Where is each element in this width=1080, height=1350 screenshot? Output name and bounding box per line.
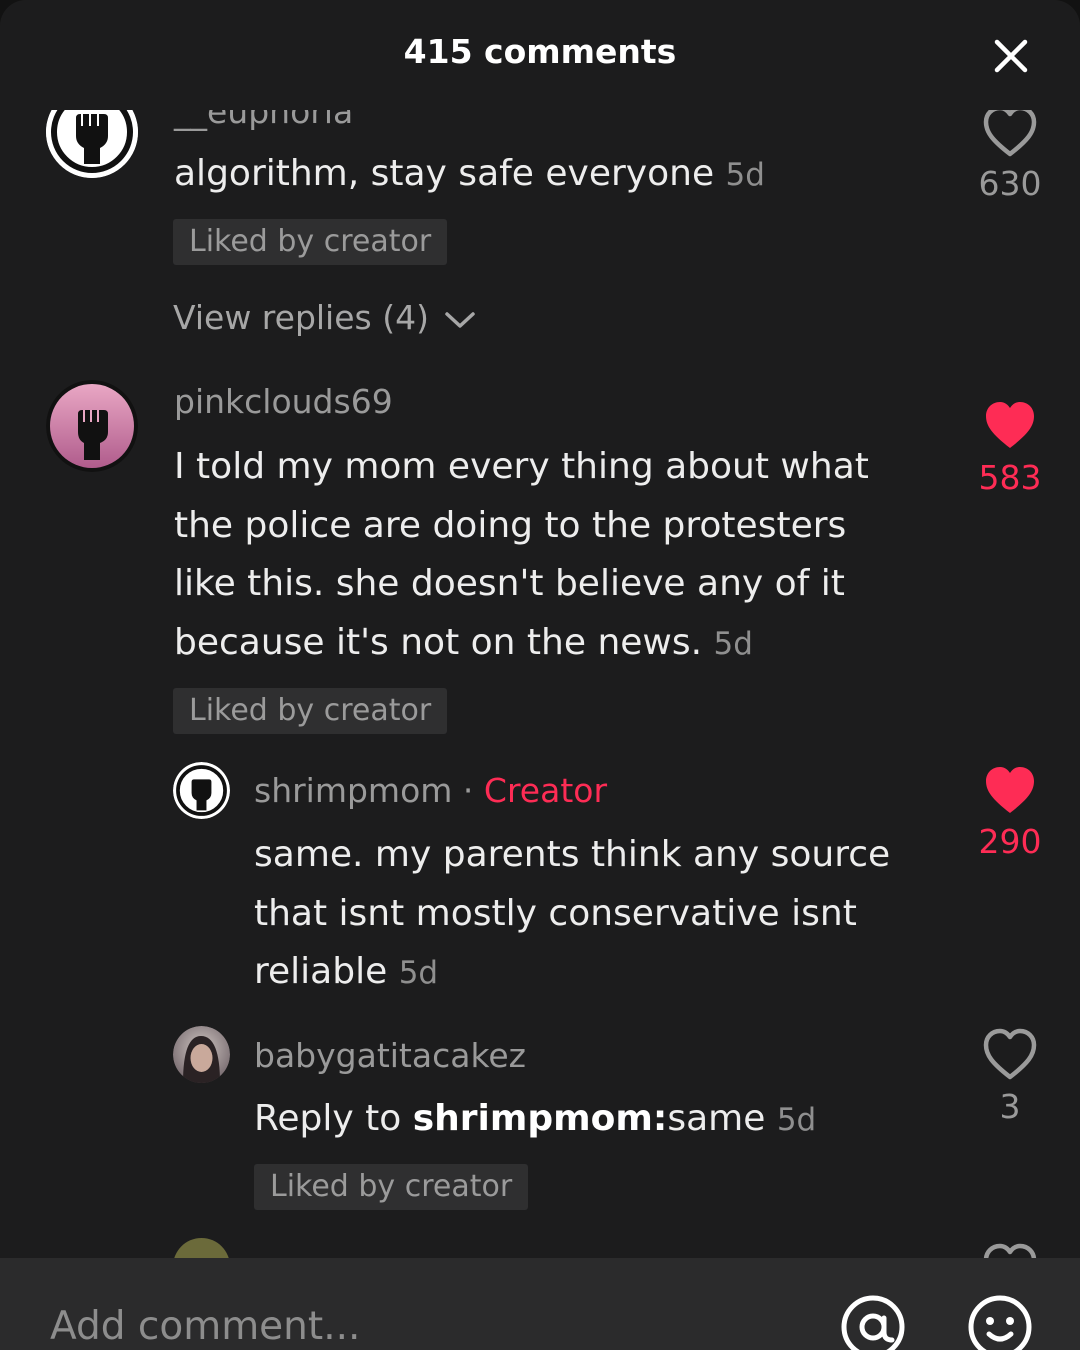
sheet-header: 415 comments [0,0,1080,110]
add-comment-input[interactable] [50,1298,750,1350]
avatar[interactable] [173,1026,230,1083]
comment-time: 5d [725,157,765,193]
like-count: 290 [978,822,1042,861]
reply-username[interactable]: babygatitacakez [254,1036,526,1075]
at-sign-icon[interactable] [838,1292,908,1350]
liked-by-creator-badge: Liked by creator [254,1164,529,1210]
comment-body: algorithm, stay safe everyone [174,153,715,194]
chevron-down-icon [445,311,476,328]
liked-by-creator-badge: Liked by creator [173,219,448,265]
raised-fist-icon [46,380,138,472]
emoji-icon[interactable] [965,1292,1035,1350]
raised-fist-icon [173,762,230,819]
reply-body: same. my parents think any source that i… [254,834,891,992]
heart-filled-icon[interactable] [980,761,1040,821]
comment-list[interactable]: __euphoria algorithm, stay safe everyone… [0,0,1080,1258]
reply-username-line: shrimpmom · Creator [254,771,607,810]
separator-dot: · [462,771,474,810]
view-replies-button[interactable]: View replies (4) [173,298,477,337]
add-comment-bar [0,1258,1080,1350]
heart-outline-icon[interactable] [980,1025,1040,1085]
profile-photo [173,1026,230,1083]
like-count: 630 [978,164,1042,203]
comment-text: algorithm, stay safe everyone 5d [174,145,934,205]
avatar[interactable] [173,1238,230,1258]
reply-time: 5d [776,1102,817,1138]
comments-sheet: __euphoria algorithm, stay safe everyone… [0,0,1080,1350]
comment-time: 5d [713,625,753,662]
creator-label: Creator [483,771,608,810]
reply-text: same. my parents think any source that i… [254,826,934,1003]
view-replies-label: View replies (4) [173,298,429,337]
reply-prefix: Reply to [254,1098,413,1139]
like-count: 3 [999,1087,1021,1126]
like-count: 583 [978,458,1042,497]
reply-body: same [667,1098,766,1139]
heart-outline-icon[interactable] [980,1240,1040,1258]
close-icon[interactable] [985,30,1037,82]
heart-outline-icon[interactable] [980,102,1040,162]
comment-username[interactable]: pinkclouds69 [174,382,393,421]
avatar[interactable] [173,762,230,819]
heart-filled-icon[interactable] [980,396,1040,456]
reply-text: Reply to shrimpmom:same 5d [254,1090,934,1150]
reply-time: 5d [398,955,439,991]
comment-text: I told my mom every thing about what the… [174,438,914,673]
comments-count-title: 415 comments [403,32,677,71]
reply-target[interactable]: shrimpmom: [413,1098,668,1139]
avatar[interactable] [46,380,138,472]
comment-body: I told my mom every thing about what the… [174,446,869,663]
reply-username[interactable]: shrimpmom [254,771,452,810]
liked-by-creator-badge: Liked by creator [173,688,448,734]
